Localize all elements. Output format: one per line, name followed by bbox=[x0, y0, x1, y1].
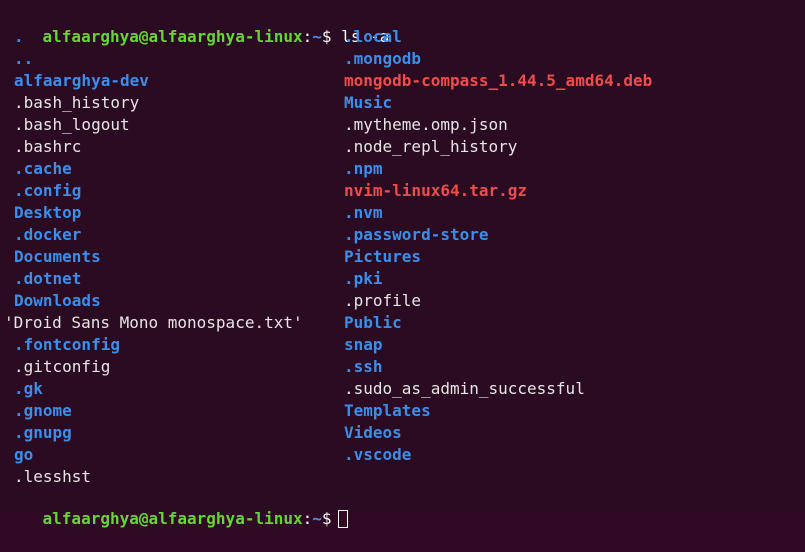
prompt-user-host: alfaarghya@alfaarghya-linux bbox=[42, 27, 303, 46]
listing-entry-directory: Downloads bbox=[14, 291, 101, 310]
listing-entry-directory: Desktop bbox=[14, 203, 82, 222]
terminal-window[interactable]: alfaarghya@alfaarghya-linux:~$ ls -a ...… bbox=[0, 0, 805, 528]
listing-entry-file: .mytheme.omp.json bbox=[344, 115, 508, 134]
listing-entry-file: .profile bbox=[344, 291, 422, 310]
prompt-path: ~ bbox=[312, 27, 322, 46]
listing-entry-directory: go bbox=[14, 445, 34, 464]
listing-entry-directory: Videos bbox=[344, 423, 402, 442]
listing-entry-directory: Templates bbox=[344, 401, 431, 420]
listing-entry-file: 'Droid Sans Mono monospace.txt' bbox=[4, 313, 303, 332]
prompt-user-host: alfaarghya@alfaarghya-linux bbox=[42, 509, 303, 528]
listing-entry-directory: .gnupg bbox=[14, 423, 72, 442]
prompt-path: ~ bbox=[312, 509, 322, 528]
listing-entry-directory: .ssh bbox=[344, 357, 383, 376]
listing-entry-directory: .mongodb bbox=[344, 49, 422, 68]
listing-entry-directory: .gnome bbox=[14, 401, 72, 420]
listing-entry-directory: .nvm bbox=[344, 203, 383, 222]
command-line: alfaarghya@alfaarghya-linux:~$ ls -a bbox=[4, 4, 390, 46]
active-prompt-line[interactable]: alfaarghya@alfaarghya-linux:~$ bbox=[4, 486, 348, 528]
listing-entry-directory: Music bbox=[344, 93, 393, 112]
prompt-colon: : bbox=[302, 27, 313, 46]
listing-entry-file: .gitconfig bbox=[14, 357, 111, 376]
prompt-dollar: $ bbox=[321, 27, 332, 46]
listing-entry-directory: .vscode bbox=[344, 445, 412, 464]
prompt-dollar: $ bbox=[321, 509, 332, 528]
listing-entry-archive: mongodb-compass_1.44.5_amd64.deb bbox=[344, 71, 653, 90]
listing-entry-directory: .fontconfig bbox=[14, 335, 120, 354]
listing-entry-directory: Public bbox=[344, 313, 402, 332]
listing-entry-directory: .cache bbox=[14, 159, 72, 178]
listing-entry-archive: nvim-linux64.tar.gz bbox=[344, 181, 528, 200]
listing-entry-directory: .gk bbox=[14, 379, 43, 398]
listing-entry-directory: .. bbox=[14, 49, 34, 68]
listing-entry-directory: . bbox=[14, 27, 24, 46]
listing-entry-file: .bash_history bbox=[14, 93, 140, 112]
listing-entry-directory: .password-store bbox=[344, 225, 489, 244]
listing-entry-directory: snap bbox=[344, 335, 383, 354]
listing-entry-directory: .local bbox=[344, 27, 402, 46]
listing-entry-file: .bashrc bbox=[14, 137, 82, 156]
prompt-colon: : bbox=[302, 509, 313, 528]
listing-entry-directory: Documents bbox=[14, 247, 101, 266]
listing-entry-directory: .config bbox=[14, 181, 82, 200]
listing-entry-directory: .dotnet bbox=[14, 269, 82, 288]
listing-entry-directory: Pictures bbox=[344, 247, 422, 266]
listing-entry-file: .sudo_as_admin_successful bbox=[344, 379, 585, 398]
listing-entry-file: .lesshst bbox=[14, 467, 92, 486]
listing-entry-directory: .npm bbox=[344, 159, 383, 178]
listing-entry-file: .bash_logout bbox=[14, 115, 130, 134]
listing-entry-directory: .pki bbox=[344, 269, 383, 288]
listing-entry-directory: alfaarghya-dev bbox=[14, 71, 149, 90]
listing-entry-file: .node_repl_history bbox=[344, 137, 518, 156]
listing-entry-directory: .docker bbox=[14, 225, 82, 244]
